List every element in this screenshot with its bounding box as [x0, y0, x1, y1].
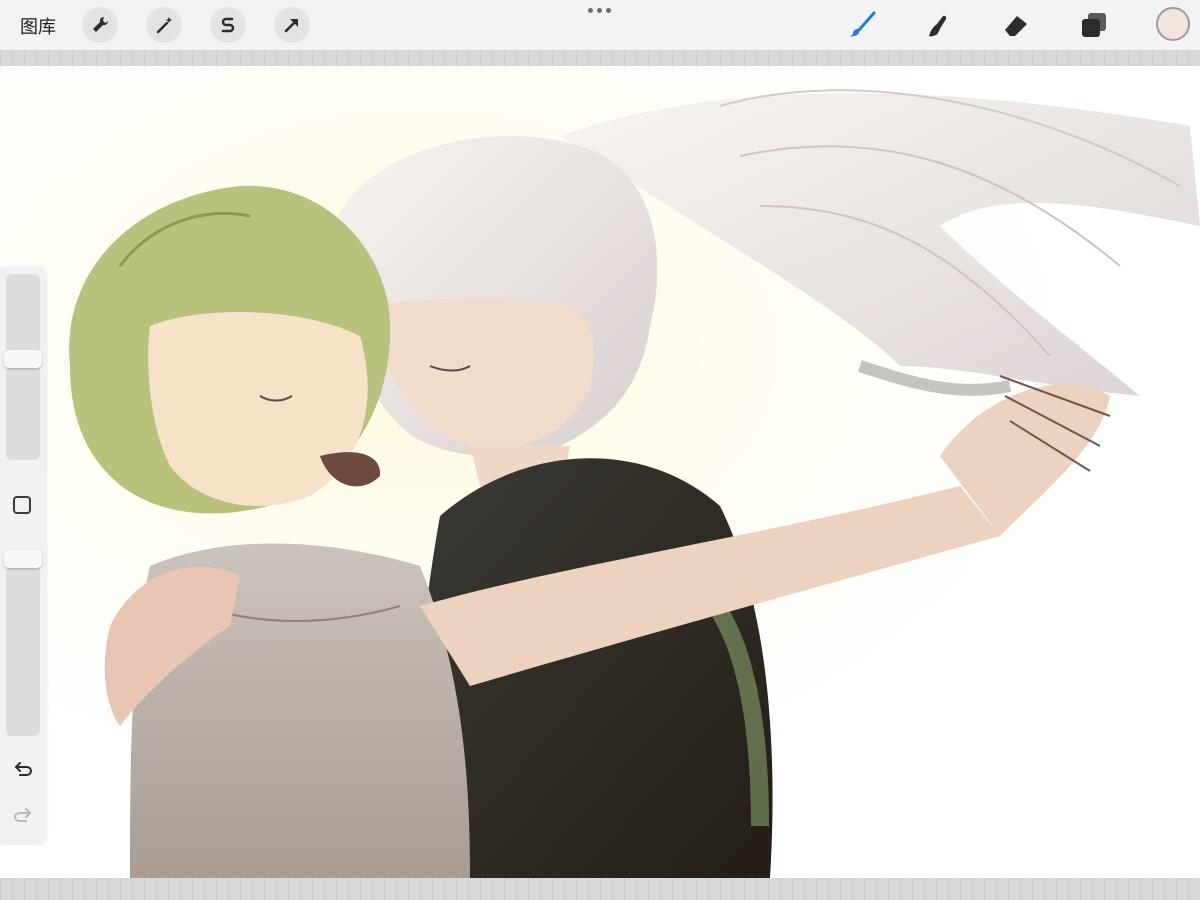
layers-icon[interactable]: [1078, 9, 1110, 41]
transform-arrow-icon[interactable]: [274, 7, 310, 43]
opacity-thumb[interactable]: [4, 550, 42, 568]
gallery-button[interactable]: 图库: [20, 13, 56, 39]
canvas-top-edge: [0, 51, 1200, 66]
color-swatch[interactable]: [1156, 7, 1190, 41]
magic-wand-icon[interactable]: [146, 7, 182, 43]
brush-size-thumb[interactable]: [4, 349, 42, 368]
illustration: [0, 66, 1200, 878]
smudge-icon[interactable]: [922, 9, 954, 41]
canvas-bottom-edge: [0, 878, 1200, 900]
drawing-canvas[interactable]: [0, 66, 1200, 878]
selection-s-icon[interactable]: [210, 7, 246, 43]
eraser-icon[interactable]: [1000, 9, 1032, 41]
brush-sidebar: [0, 268, 46, 844]
modify-square-icon[interactable]: [13, 496, 31, 514]
redo-icon[interactable]: [11, 804, 35, 828]
drag-handle[interactable]: [588, 8, 614, 16]
wrench-icon[interactable]: [82, 7, 118, 43]
undo-icon[interactable]: [11, 758, 35, 782]
brush-icon[interactable]: [846, 9, 878, 41]
top-toolbar: 图库: [0, 0, 1200, 51]
opacity-slider[interactable]: [6, 550, 40, 736]
